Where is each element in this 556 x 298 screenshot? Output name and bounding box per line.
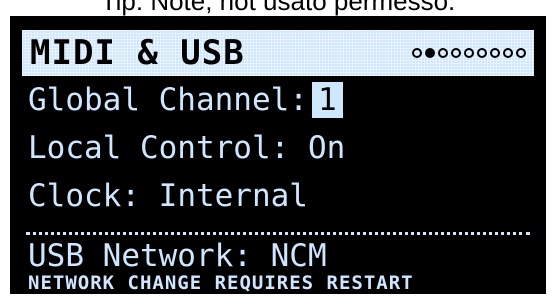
page-dot-active	[425, 48, 435, 58]
usb-network-value[interactable]: NCM	[271, 238, 327, 274]
clock-row[interactable]: Clock: Internal	[28, 178, 308, 214]
page-dot	[464, 48, 474, 58]
clock-label: Clock:	[28, 178, 140, 214]
page-dot	[516, 48, 526, 58]
local-control-row[interactable]: Local Control: On	[28, 130, 345, 166]
page-dot	[451, 48, 461, 58]
page-indicator	[412, 48, 526, 58]
title-bar: MIDI & USB	[22, 30, 534, 76]
usb-network-label: USB Network:	[28, 238, 252, 274]
local-control-label: Local Control:	[28, 130, 290, 166]
page-dot	[438, 48, 448, 58]
clock-value[interactable]: Internal	[159, 178, 308, 214]
local-control-value[interactable]: On	[308, 130, 345, 166]
caption-text: Tip: Note, not usato permesso.	[100, 0, 456, 16]
page-dot	[412, 48, 422, 58]
global-channel-label: Global Channel:	[28, 82, 308, 118]
display-screen: MIDI & USB Global Channel: 1 Local Contro…	[18, 26, 538, 294]
usb-network-row[interactable]: USB Network: NCM	[28, 238, 327, 274]
global-channel-value[interactable]: 1	[311, 82, 343, 118]
page-dot	[477, 48, 487, 58]
page-dot	[490, 48, 500, 58]
restart-note: NETWORK CHANGE REQUIRES RESTART	[28, 272, 414, 294]
divider	[26, 232, 530, 235]
page-dot	[503, 48, 513, 58]
device-frame: MIDI & USB Global Channel: 1 Local Contro…	[10, 16, 546, 294]
global-channel-row[interactable]: Global Channel: 1	[28, 82, 343, 118]
page-title: MIDI & USB	[30, 33, 245, 73]
